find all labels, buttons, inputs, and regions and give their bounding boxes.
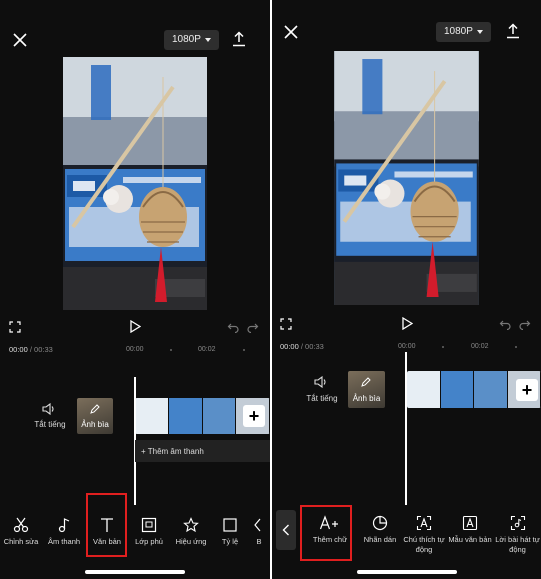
home-indicator	[357, 570, 457, 574]
tool-overlay[interactable]: Lớp phủ	[128, 517, 170, 547]
export-icon[interactable]	[506, 23, 520, 39]
effects-star-icon	[183, 517, 199, 533]
mute-label[interactable]: Tắt tiếng	[30, 420, 70, 429]
tool-text-template[interactable]: Mẫu văn bản	[446, 515, 494, 555]
chevron-down-icon	[476, 30, 483, 34]
speaker-icon[interactable]	[42, 403, 56, 415]
tool-label: Hiệu ứng	[175, 537, 207, 546]
auto-lyrics-icon	[510, 515, 525, 531]
tool-auto-lyrics[interactable]: Lời bài hát tự động	[494, 515, 541, 555]
mute-label[interactable]: Tắt tiếng	[301, 394, 343, 403]
timecode: 00:00 / 00:33	[9, 345, 53, 354]
clip-frame	[135, 398, 169, 434]
tool-auto-caption[interactable]: Chú thích tự động	[402, 515, 446, 555]
ruler-label: 00:00	[398, 343, 416, 350]
play-icon[interactable]	[129, 320, 141, 333]
ruler-dot	[442, 346, 444, 348]
highlight-box-text-tool	[86, 493, 127, 557]
tool-label: B	[256, 537, 262, 546]
chevron-down-icon	[204, 38, 211, 42]
ruler-dot	[515, 346, 517, 348]
scissors-icon	[13, 517, 29, 533]
speaker-icon[interactable]	[314, 376, 328, 388]
timecode-current: 00:00	[9, 345, 28, 354]
clip-frame	[168, 398, 203, 434]
resolution-label: 1080P	[172, 34, 201, 45]
timecode-total: / 00:33	[29, 345, 53, 354]
tool-effects[interactable]: Hiệu ứng	[170, 517, 212, 547]
playhead[interactable]	[405, 352, 407, 505]
cover-thumbnail[interactable]: Ảnh bìa	[77, 398, 113, 434]
tool-edit[interactable]: Chỉnh sửa	[0, 517, 42, 547]
redo-icon[interactable]	[247, 321, 259, 333]
cover-thumbnail[interactable]: Ảnh bìa	[348, 371, 385, 408]
timecode-current: 00:00	[280, 342, 299, 351]
ruler-label: 00:02	[471, 343, 489, 350]
ruler-dot	[170, 349, 172, 351]
overlay-icon	[141, 517, 157, 533]
music-note-icon	[58, 518, 70, 533]
tool-audio[interactable]: Âm thanh	[42, 517, 86, 547]
ratio-icon	[223, 518, 237, 532]
close-icon[interactable]	[283, 24, 299, 40]
auto-caption-icon	[416, 515, 432, 531]
ruler-label: 00:00	[126, 346, 144, 353]
ruler-dot	[243, 349, 245, 351]
tool-label: Âm thanh	[47, 537, 81, 546]
export-icon[interactable]	[232, 31, 246, 47]
undo-icon[interactable]	[499, 318, 511, 330]
resolution-button[interactable]: 1080P	[164, 30, 219, 50]
text-template-icon	[462, 515, 478, 531]
ruler-label: 00:02	[198, 346, 216, 353]
clip-frame	[474, 371, 508, 408]
undo-icon[interactable]	[227, 321, 239, 333]
fullscreen-icon[interactable]	[280, 318, 292, 330]
edit-pencil-icon	[90, 404, 100, 414]
resolution-button[interactable]: 1080P	[436, 22, 491, 42]
play-icon[interactable]	[401, 317, 413, 330]
timecode-total: / 00:33	[300, 342, 324, 351]
home-indicator	[85, 570, 185, 574]
add-audio-button[interactable]: + Thêm âm thanh	[135, 440, 270, 462]
editor-screen-add-text-menu: 1080P 00:00 / 00:33 00:00 00:02 Tắt tiến…	[272, 0, 541, 579]
resolution-label: 1080P	[444, 26, 473, 37]
tool-partial[interactable]: B	[248, 517, 270, 547]
tool-label: Chú thích tự động	[403, 535, 445, 554]
close-icon[interactable]	[12, 32, 28, 48]
main-toolbar: Chỉnh sửa Âm thanh Văn bản Lớp phủ Hiệu …	[0, 517, 270, 547]
tool-label: Lớp phủ	[135, 537, 163, 546]
back-button[interactable]	[276, 510, 296, 550]
sticker-icon	[372, 515, 388, 531]
cover-label: Ảnh bìa	[81, 420, 109, 429]
tool-label: Chỉnh sửa	[3, 537, 39, 546]
highlight-box-add-text	[300, 505, 352, 561]
tool-sticker[interactable]: Nhãn dán	[358, 515, 402, 555]
cover-label: Ảnh bìa	[352, 394, 381, 403]
tool-label: Nhãn dán	[363, 535, 397, 544]
tool-label: Tỷ lệ	[221, 537, 239, 546]
video-preview[interactable]	[63, 57, 207, 310]
chevron-left-icon	[282, 524, 289, 536]
tool-label: Lời bài hát tự động	[495, 535, 540, 554]
add-clip-button[interactable]: +	[243, 405, 265, 427]
edit-pencil-icon	[361, 377, 371, 387]
clip-frame	[202, 398, 237, 434]
clip-frame	[440, 371, 474, 408]
tool-ratio[interactable]: Tỷ lệ	[212, 517, 248, 547]
redo-icon[interactable]	[519, 318, 531, 330]
fullscreen-icon[interactable]	[9, 321, 21, 333]
tool-label: Mẫu văn bản	[448, 535, 492, 544]
timecode: 00:00 / 00:33	[280, 342, 324, 351]
video-preview[interactable]	[334, 51, 479, 305]
partial-icon	[254, 518, 261, 532]
editor-screen-text-menu: 1080P 00:00 / 00:33 00:00 00:02 Tắt tiến…	[0, 0, 270, 579]
add-clip-button[interactable]: +	[516, 379, 538, 401]
add-audio-label: + Thêm âm thanh	[141, 446, 204, 456]
clip-frame	[407, 371, 441, 408]
